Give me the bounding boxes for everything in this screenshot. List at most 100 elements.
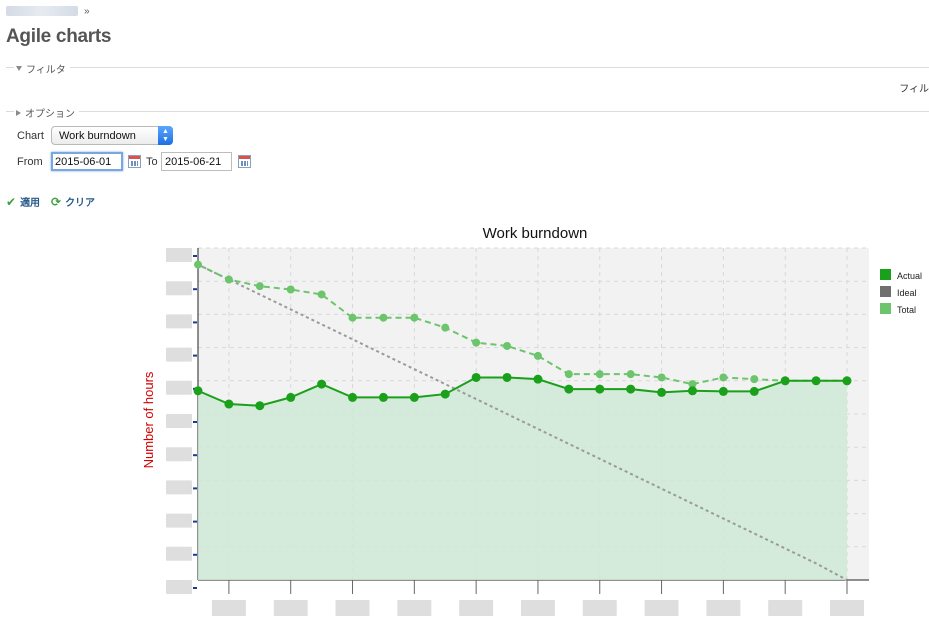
series-actual-point	[317, 379, 327, 389]
series-total-point	[533, 351, 542, 360]
legend-label-actual: Actual	[897, 271, 922, 281]
chart-label: Chart	[17, 130, 44, 142]
series-total-point	[626, 370, 635, 379]
legend-swatch-actual	[880, 269, 891, 280]
series-actual-point	[718, 386, 728, 396]
series-total-point	[441, 323, 450, 332]
series-actual-point	[409, 392, 419, 402]
series-total-point	[503, 341, 512, 350]
clear-link[interactable]: ⟳ クリア	[51, 194, 96, 210]
breadcrumb-separator: »	[84, 5, 90, 17]
actual-area-fill	[198, 377, 847, 580]
series-total-point	[224, 275, 233, 284]
y-tick-label-blurred	[166, 447, 192, 462]
series-actual-point	[657, 387, 667, 397]
series-total-point	[595, 370, 604, 379]
legend-label-ideal: Ideal	[897, 288, 917, 298]
series-actual-point	[533, 374, 543, 384]
options-toggle[interactable]: オプション	[14, 105, 79, 120]
chart-select[interactable]: Work burndown ▲ ▼	[51, 126, 173, 145]
apply-link[interactable]: ✔ 適用	[6, 194, 41, 210]
series-total-point	[317, 290, 326, 299]
series-total-point	[194, 260, 202, 269]
chart-title: Work burndown	[483, 225, 588, 242]
series-actual-point	[595, 384, 605, 394]
y-tick-label-blurred	[166, 347, 192, 362]
collapse-triangle-icon	[16, 66, 22, 71]
x-tick-label-blurred	[706, 600, 741, 616]
series-total-point	[255, 282, 264, 291]
series-actual-point	[224, 399, 234, 409]
x-tick-label-blurred	[582, 600, 617, 616]
filter-fieldset-border	[6, 67, 929, 68]
x-tick-label-blurred	[768, 600, 803, 616]
options-fieldset-border	[6, 111, 929, 112]
burndown-chart-svg: Work burndown Number of hours Actual Ideal T…	[141, 225, 922, 616]
series-actual-point	[626, 384, 636, 394]
y-tick-label-blurred	[166, 414, 192, 428]
series-total-point	[348, 313, 357, 322]
y-tick-label-blurred	[166, 314, 192, 329]
series-total-point	[719, 373, 728, 382]
x-tick-label-blurred	[644, 600, 679, 616]
series-actual-point	[749, 386, 759, 396]
page-title: Agile charts	[6, 26, 112, 47]
breadcrumb-project-link[interactable]	[6, 6, 78, 16]
series-total-point	[379, 313, 388, 322]
y-tick-label-blurred	[166, 580, 192, 594]
series-actual-point	[502, 372, 512, 382]
calendar-icon[interactable]	[128, 155, 141, 168]
series-total-point	[472, 338, 481, 347]
y-tick-label-blurred	[166, 380, 192, 395]
y-tick-label-blurred	[166, 513, 192, 528]
series-total-point	[410, 313, 419, 322]
to-date-input[interactable]: 2015-06-21	[161, 152, 232, 171]
series-actual-point	[286, 392, 296, 402]
legend-label-total: Total	[897, 305, 916, 315]
series-total-point	[750, 375, 759, 384]
x-tick-label-blurred	[211, 600, 246, 616]
updown-arrow-icon: ▲ ▼	[158, 126, 173, 145]
x-tick-label-blurred	[273, 600, 308, 616]
series-actual-point	[811, 376, 821, 386]
filter-toggle[interactable]: フィルタ	[14, 61, 70, 76]
series-actual-point	[378, 392, 388, 402]
expand-triangle-icon	[16, 109, 21, 116]
from-label: From	[17, 156, 43, 168]
series-actual-point	[687, 386, 697, 396]
checkmark-icon: ✔	[6, 194, 17, 209]
series-total-point	[564, 370, 573, 379]
options-legend-label: オプション	[25, 109, 75, 120]
x-tick-label-blurred	[830, 600, 864, 616]
filter-add-label: フィル	[899, 84, 929, 95]
breadcrumb: »	[6, 5, 90, 17]
reload-icon: ⟳	[51, 194, 62, 209]
series-total-point	[657, 373, 666, 382]
apply-label: 適用	[20, 198, 41, 209]
y-tick-label-blurred	[166, 480, 192, 495]
x-tick-label-blurred	[397, 600, 432, 616]
series-actual-point	[780, 376, 790, 386]
calendar-icon[interactable]	[238, 155, 251, 168]
series-actual-point	[440, 389, 450, 399]
clear-label: クリア	[65, 198, 96, 209]
series-actual-point	[255, 401, 265, 411]
y-tick-label-blurred	[166, 281, 192, 296]
chart-select-value: Work burndown	[59, 130, 136, 142]
filter-legend-label: フィルタ	[26, 65, 66, 76]
x-tick-label-blurred	[459, 600, 494, 616]
legend-swatch-ideal	[880, 286, 891, 297]
series-actual-point	[348, 392, 358, 402]
series-actual-point	[471, 372, 481, 382]
to-label: To	[146, 156, 158, 168]
legend-swatch-total	[880, 303, 891, 314]
x-tick-label-blurred	[335, 600, 370, 616]
series-actual-point	[564, 384, 574, 394]
series-actual-point	[842, 376, 852, 386]
series-total-point	[286, 285, 295, 294]
burndown-chart: Work burndown Number of hours Actual Ideal T…	[0, 215, 929, 627]
y-tick-label-blurred	[166, 248, 192, 262]
y-axis-label: Number of hours	[141, 371, 156, 468]
from-date-input[interactable]: 2015-06-01	[51, 152, 123, 171]
x-tick-label-blurred	[520, 600, 555, 616]
